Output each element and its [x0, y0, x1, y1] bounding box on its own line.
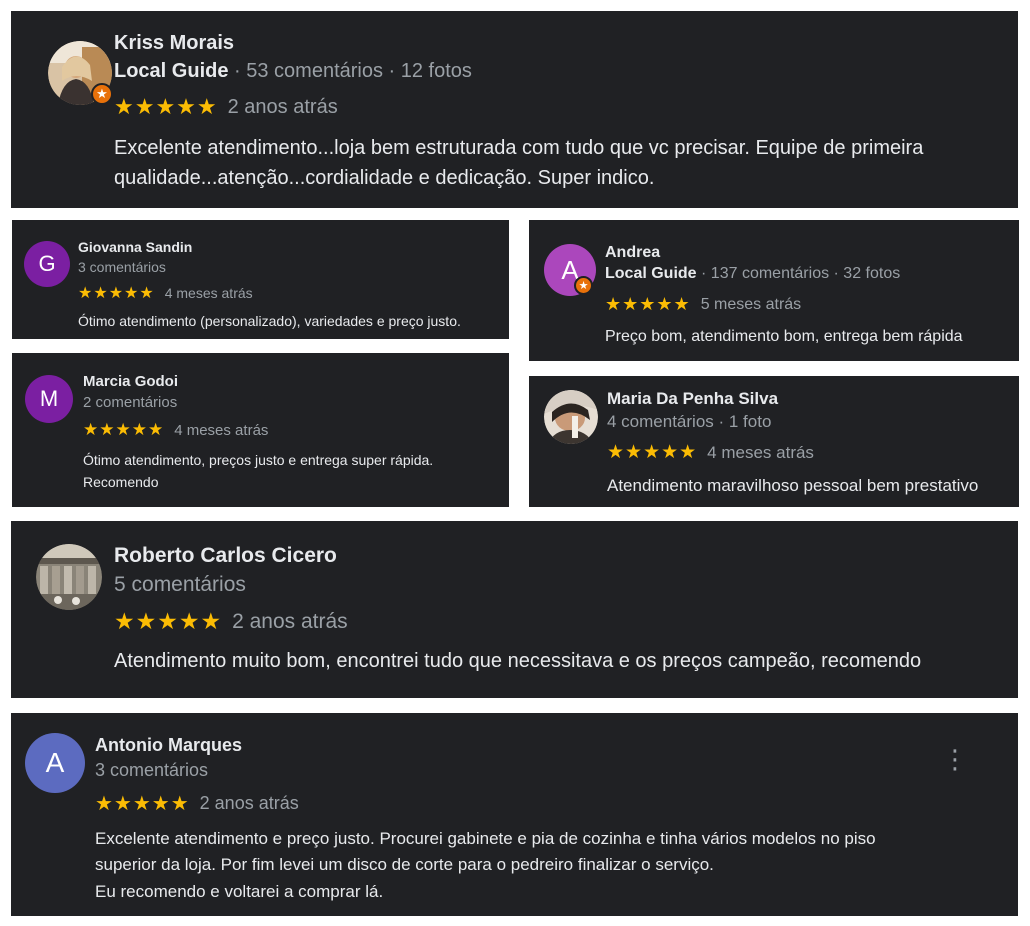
review-date: 4 meses atrás	[174, 421, 269, 439]
user-photo-icon	[544, 390, 598, 444]
review-card-kriss-morais: ★ Kriss Morais Local Guide · 53 comentár…	[11, 11, 1018, 208]
reviewer-name[interactable]: Kriss Morais	[114, 32, 234, 55]
review-text: Atendimento muito bom, encontrei tudo qu…	[114, 650, 922, 672]
review-text: Excelente atendimento e preço justo. Pro…	[95, 826, 1010, 905]
initial-avatar[interactable]: M	[25, 375, 73, 423]
rating-row: ★★★★★ 5 meses atrás	[605, 294, 801, 315]
rating-row: ★★★★★ 4 meses atrás	[607, 441, 814, 464]
review-text-line: Excelente atendimento e preço justo. Pro…	[95, 829, 876, 848]
local-guide-badge-icon: ★	[574, 276, 593, 295]
reviewer-meta: Local Guide · 53 comentários · 12 fotos	[114, 60, 472, 83]
review-text-line: Eu recomendo e voltarei a comprar lá.	[95, 881, 384, 901]
rating-row: ★★★★★ 2 anos atrás	[114, 608, 348, 635]
rating-row: ★★★★★ 4 meses atrás	[78, 283, 253, 303]
reviewer-stats: 5 comentários	[114, 573, 246, 596]
reviewer-name[interactable]: Antonio Marques	[95, 735, 242, 756]
review-text: Ótimo atendimento (personalizado), varie…	[78, 313, 461, 329]
review-text: Atendimento maravilhoso pessoal bem pres…	[607, 476, 979, 495]
rating-stars-icon: ★★★★★	[607, 442, 698, 463]
reviewer-stats: 4 comentários · 1 foto	[607, 412, 772, 431]
profile-photo-avatar[interactable]	[544, 390, 598, 444]
review-card-marcia-godoi: M Marcia Godoi 2 comentários ★★★★★ 4 mes…	[12, 353, 509, 507]
local-guide-label: Local Guide	[605, 265, 697, 282]
reviewer-stats: 2 comentários	[83, 394, 178, 411]
review-date: 2 anos atrás	[232, 609, 348, 633]
reviewer-name[interactable]: Roberto Carlos Cicero	[114, 544, 337, 568]
local-guide-label: Local Guide	[114, 60, 229, 82]
reviewer-meta: Local Guide · 137 comentários · 32 fotos	[605, 265, 900, 283]
review-card-antonio-marques: A Antonio Marques 3 comentários ★★★★★ 2 …	[11, 713, 1018, 916]
user-photo-icon	[36, 544, 102, 610]
reviewer-stats: 3 comentários	[95, 760, 209, 780]
review-text: Ótimo atendimento, preços justo e entreg…	[83, 452, 434, 491]
review-card-giovanna-sandin: G Giovanna Sandin 3 comentários ★★★★★ 4 …	[12, 220, 509, 339]
review-text-line: superior da loja. Por fim levei um disco…	[95, 855, 714, 875]
local-guide-badge-icon: ★	[91, 83, 113, 105]
reviewer-name[interactable]: Marcia Godoi	[83, 373, 178, 390]
reviewer-stats: 3 comentários	[78, 259, 166, 275]
review-card-andrea: A ★ Andrea Local Guide · 137 comentários…	[529, 220, 1019, 361]
review-date: 2 anos atrás	[227, 95, 338, 118]
review-text: Preço bom, atendimento bom, entrega bem …	[605, 328, 963, 345]
review-text: Excelente atendimento...loja bem estrutu…	[114, 137, 924, 189]
rating-row: ★★★★★ 4 meses atrás	[83, 420, 268, 440]
initial-avatar[interactable]: G	[24, 241, 70, 287]
reviewer-name[interactable]: Giovanna Sandin	[78, 239, 192, 255]
rating-row: ★★★★★ 2 anos atrás	[114, 94, 338, 120]
rating-stars-icon: ★★★★★	[95, 793, 190, 815]
review-date: 4 meses atrás	[164, 285, 253, 301]
reviewer-name[interactable]: Andrea	[605, 244, 660, 262]
review-card-maria-da-penha-silva: Maria Da Penha Silva 4 comentários · 1 f…	[529, 376, 1019, 507]
review-card-roberto-carlos-cicero: Roberto Carlos Cicero 5 comentários ★★★★…	[11, 521, 1018, 698]
rating-row: ★★★★★ 2 anos atrás	[95, 791, 299, 816]
reviewer-stats: · 53 comentários · 12 fotos	[228, 60, 472, 82]
rating-stars-icon: ★★★★★	[78, 285, 155, 302]
reviewer-stats: · 137 comentários · 32 fotos	[696, 265, 901, 282]
rating-stars-icon: ★★★★★	[114, 608, 223, 634]
review-date: 5 meses atrás	[700, 295, 802, 313]
rating-stars-icon: ★★★★★	[83, 420, 165, 439]
reviewer-name[interactable]: Maria Da Penha Silva	[607, 389, 778, 409]
rating-stars-icon: ★★★★★	[114, 94, 218, 119]
more-options-icon[interactable]: ⋮	[942, 746, 968, 772]
review-date: 4 meses atrás	[707, 442, 814, 462]
review-date: 2 anos atrás	[199, 793, 299, 813]
rating-stars-icon: ★★★★★	[605, 294, 691, 314]
profile-photo-avatar[interactable]	[36, 544, 102, 610]
initial-avatar[interactable]: A	[25, 733, 85, 793]
